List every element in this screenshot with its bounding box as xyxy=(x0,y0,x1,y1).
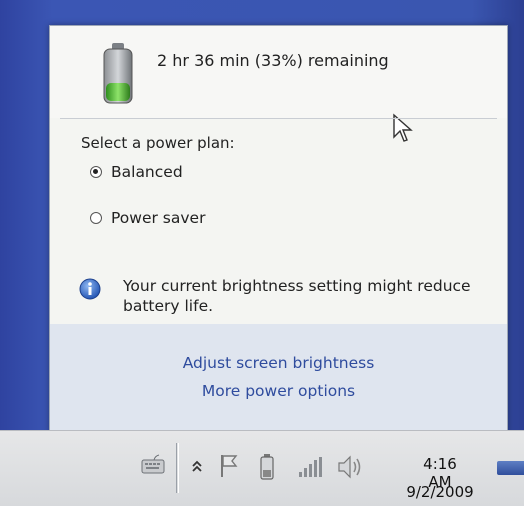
radio-unselected-icon[interactable] xyxy=(90,212,102,224)
network-signal-icon[interactable] xyxy=(296,455,324,479)
show-hidden-icons-icon[interactable] xyxy=(190,458,204,474)
plan-option-label: Balanced xyxy=(111,163,183,181)
battery-flyout: 2 hr 36 min (33%) remaining Select a pow… xyxy=(49,25,508,434)
plan-option-power-saver[interactable]: Power saver xyxy=(90,209,205,227)
action-center-flag-icon[interactable] xyxy=(218,453,240,479)
brightness-warning-text: Your current brightness setting might re… xyxy=(123,277,471,315)
battery-icon xyxy=(103,43,133,104)
show-desktop-button[interactable] xyxy=(497,461,524,475)
more-power-options-link[interactable]: More power options xyxy=(50,382,507,400)
radio-selected-icon[interactable] xyxy=(90,166,102,178)
links-panel: Adjust screen brightness More power opti… xyxy=(50,324,507,433)
volume-icon[interactable] xyxy=(335,453,365,481)
tray-divider-highlight xyxy=(178,443,179,493)
info-icon xyxy=(79,278,101,300)
battery-icon[interactable] xyxy=(258,453,276,481)
power-plan-heading: Select a power plan: xyxy=(81,134,235,152)
plan-option-balanced[interactable]: Balanced xyxy=(90,163,183,181)
keyboard-icon[interactable] xyxy=(140,453,166,477)
tray-divider xyxy=(176,443,177,493)
plan-option-label: Power saver xyxy=(111,209,206,227)
taskbar: 4:16 AM 9/2/2009 xyxy=(0,430,524,506)
clock-date[interactable]: 9/2/2009 xyxy=(401,483,479,501)
battery-remaining-text: 2 hr 36 min (33%) remaining xyxy=(157,51,389,70)
divider xyxy=(60,118,497,119)
adjust-brightness-link[interactable]: Adjust screen brightness xyxy=(50,354,507,372)
